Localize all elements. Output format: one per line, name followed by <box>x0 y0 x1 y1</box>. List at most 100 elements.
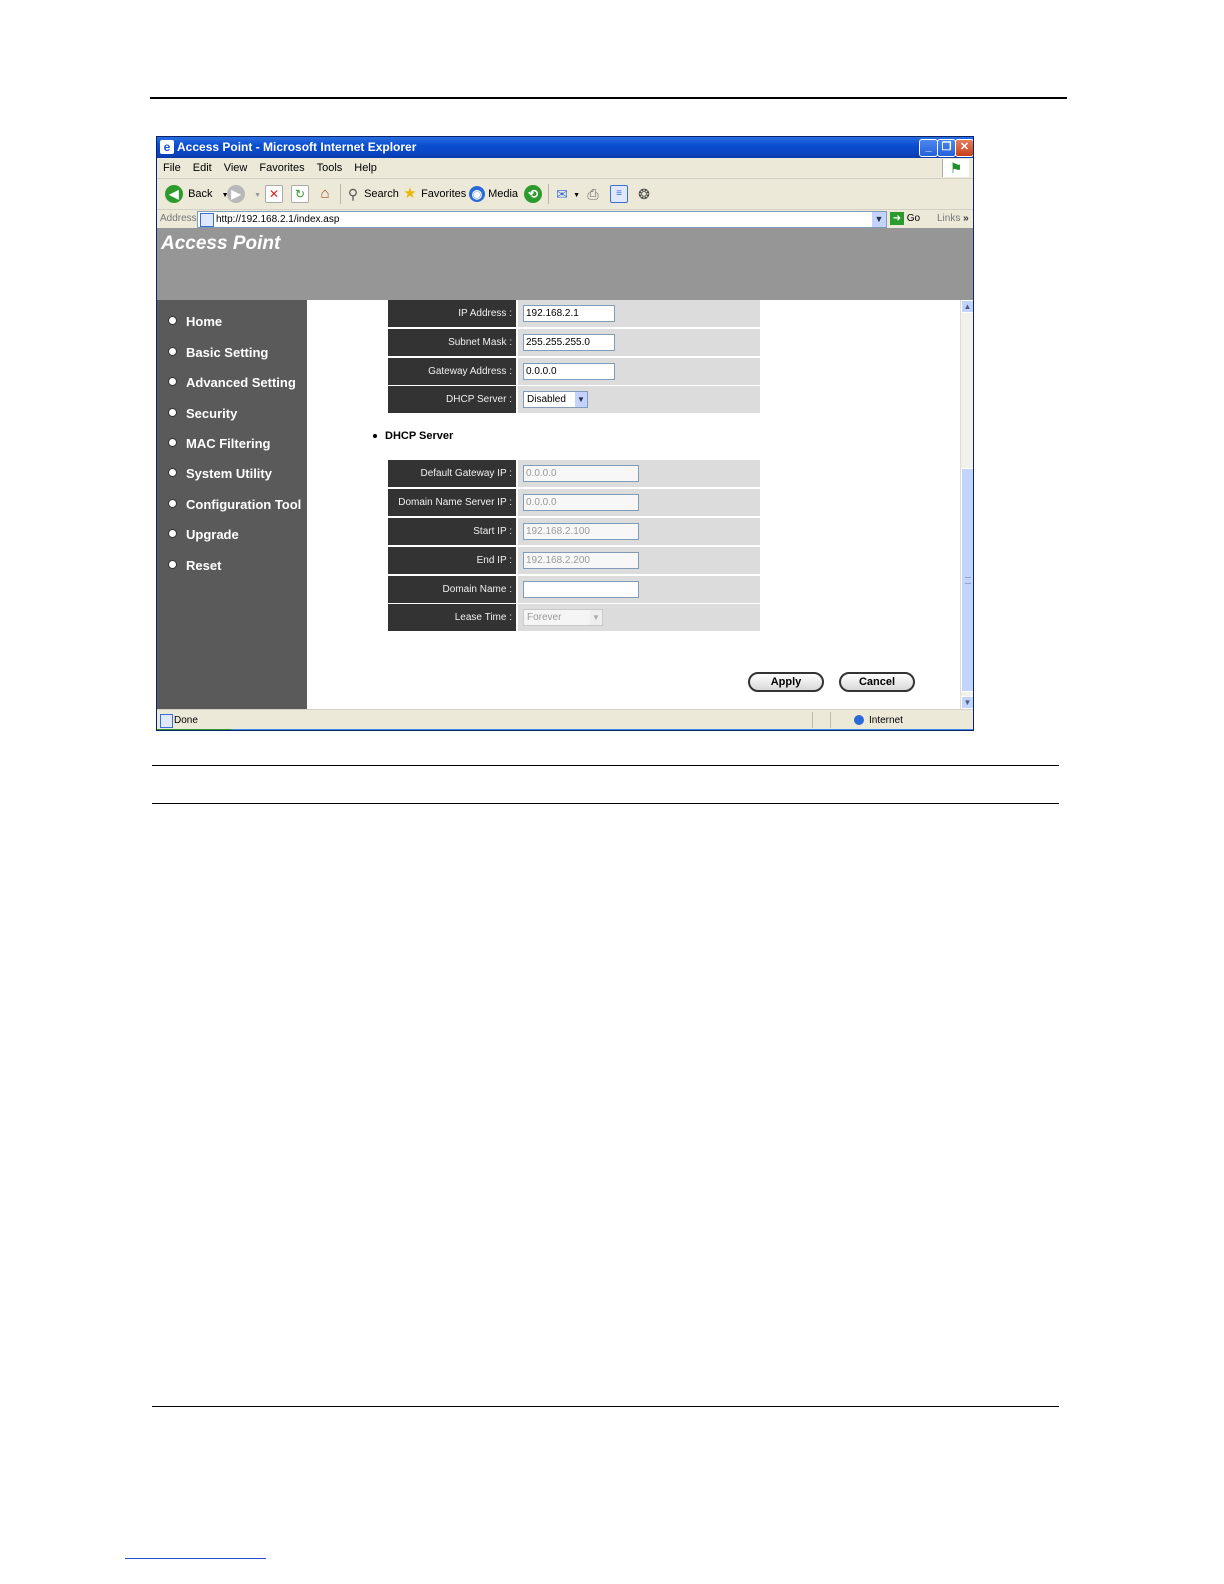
web-page: Access Point Home Basic Setting Advanced… <box>157 228 973 709</box>
links-label: Links <box>937 213 961 224</box>
window-title: Access Point - Microsoft Internet Explor… <box>177 140 417 154</box>
progress-strip <box>157 729 231 730</box>
minimize-icon[interactable]: _ <box>919 139 938 157</box>
menu-help[interactable]: Help <box>348 158 383 178</box>
bullet-icon <box>168 408 177 418</box>
field-label: Lease Time : <box>388 604 516 631</box>
domain-name-row: Domain Name : <box>388 576 760 603</box>
subnet-mask-row: Subnet Mask : 255.255.255.0 <box>388 329 760 356</box>
stop-button[interactable]: ✕ <box>265 183 283 205</box>
nav-item-mac-filtering[interactable]: MAC Filtering <box>168 434 271 454</box>
field-value-cell: 192.168.2.1 <box>518 300 760 327</box>
forward-arrow-icon: ▶ <box>227 185 245 204</box>
refresh-button[interactable]: ↻ <box>291 183 309 205</box>
mail-dropdown-icon[interactable]: ▼ <box>573 192 580 199</box>
ie-icon: e <box>160 140 174 154</box>
messenger-button[interactable]: ❂ <box>636 183 652 205</box>
dhcp-server-select[interactable]: Disabled ▼ <box>523 391 588 408</box>
links-button[interactable]: Links » <box>937 210 969 228</box>
menu-view[interactable]: View <box>218 158 254 178</box>
field-label: Subnet Mask : <box>388 329 516 356</box>
subnet-mask-input[interactable]: 255.255.255.0 <box>523 334 615 351</box>
header-rule <box>150 97 1067 99</box>
caption-rule-top <box>152 765 1059 766</box>
chevron-down-icon: ▼ <box>575 392 587 407</box>
nav-item-home[interactable]: Home <box>168 312 222 332</box>
messenger-icon: ❂ <box>638 186 650 203</box>
scroll-down-icon[interactable]: ▼ <box>961 696 973 709</box>
nav-label: Home <box>186 314 223 329</box>
search-button[interactable]: ⚲ Search <box>345 183 399 205</box>
scroll-up-icon[interactable]: ▲ <box>961 300 973 313</box>
nav-label: Advanced Setting <box>186 375 296 390</box>
nav-item-advanced-setting[interactable]: Advanced Setting <box>168 373 296 393</box>
menu-bar: File Edit View Favorites Tools Help ⚑ <box>157 158 973 179</box>
apply-button[interactable]: Apply <box>748 672 824 692</box>
go-button[interactable]: ➜ Go <box>890 210 920 228</box>
field-value-cell: Disabled ▼ <box>518 386 760 413</box>
toolbar-separator <box>340 184 341 204</box>
field-value-cell: 255.255.255.0 <box>518 329 760 356</box>
history-icon: ⟲ <box>524 185 542 204</box>
field-label: Gateway Address : <box>388 358 516 385</box>
media-button[interactable]: ◉ Media <box>469 183 518 205</box>
nav-item-configuration-tool[interactable]: Configuration Tool <box>168 495 301 515</box>
home-icon: ⌂ <box>320 185 330 203</box>
field-value-cell: 0.0.0.0 <box>518 489 760 516</box>
address-dropdown-icon[interactable]: ▼ <box>872 212 886 227</box>
footer-rule <box>152 1406 1059 1407</box>
print-button[interactable]: ⎙ <box>585 183 601 205</box>
address-input[interactable]: http://192.168.2.1/index.asp ▼ <box>197 211 887 228</box>
nav-item-upgrade[interactable]: Upgrade <box>168 525 239 545</box>
nav-item-system-utility[interactable]: System Utility <box>168 464 272 484</box>
restore-icon[interactable]: ❐ <box>937 139 956 157</box>
forward-button[interactable]: ▶ ▼ <box>227 183 261 205</box>
field-value-cell: Forever ▼ <box>518 604 760 631</box>
status-divider <box>812 712 813 728</box>
bullet-icon <box>168 316 177 326</box>
favorites-button[interactable]: ★ Favorites <box>402 183 466 205</box>
domain-name-server-ip-row: Domain Name Server IP : 0.0.0.0 <box>388 489 760 516</box>
vertical-scrollbar[interactable]: ▲ ▼ <box>960 300 973 709</box>
nav-item-reset[interactable]: Reset <box>168 556 221 576</box>
back-arrow-icon: ◀ <box>165 185 183 204</box>
media-label: Media <box>488 188 519 200</box>
default-gateway-ip-input[interactable]: 0.0.0.0 <box>523 465 639 482</box>
nav-item-security[interactable]: Security <box>168 404 237 424</box>
domain-name-input[interactable] <box>523 581 639 598</box>
status-text: Done <box>174 715 198 726</box>
scroll-thumb[interactable] <box>961 468 973 692</box>
menu-tools[interactable]: Tools <box>311 158 349 178</box>
settings-content: IP Address : 192.168.2.1 Subnet Mask : 2… <box>307 300 960 709</box>
start-ip-input[interactable]: 192.168.2.100 <box>523 523 639 540</box>
menu-edit[interactable]: Edit <box>187 158 218 178</box>
menu-file[interactable]: File <box>157 158 187 178</box>
bullet-icon <box>168 438 177 448</box>
dhcp-server-value: Disabled <box>527 394 566 405</box>
field-value-cell <box>518 576 760 603</box>
nav-item-basic-setting[interactable]: Basic Setting <box>168 343 268 363</box>
field-label: Domain Name : <box>388 576 516 603</box>
chevron-right-icon: » <box>963 213 969 224</box>
dhcp-section-title: DHCP Server <box>373 430 453 442</box>
menu-favorites[interactable]: Favorites <box>253 158 310 178</box>
edit-button[interactable]: ≡ <box>610 183 628 205</box>
status-divider <box>830 712 831 728</box>
close-icon[interactable]: ✕ <box>955 139 973 157</box>
gateway-address-input[interactable]: 0.0.0.0 <box>523 363 615 380</box>
end-ip-input[interactable]: 192.168.2.200 <box>523 552 639 569</box>
mail-button[interactable]: ✉ ▼ <box>554 183 580 205</box>
back-button[interactable]: ◀ Back ▼ <box>165 183 229 205</box>
title-bar: e Access Point - Microsoft Internet Expl… <box>157 137 973 158</box>
history-button[interactable]: ⟲ <box>524 183 542 205</box>
home-button[interactable]: ⌂ <box>317 183 333 205</box>
ip-address-input[interactable]: 192.168.2.1 <box>523 305 615 322</box>
brand-title: Access Point <box>161 233 281 254</box>
forward-dropdown-icon[interactable]: ▼ <box>254 192 261 199</box>
field-label: IP Address : <box>388 300 516 327</box>
media-globe-icon: ◉ <box>469 186 485 203</box>
nav-label: System Utility <box>186 466 272 481</box>
dns-ip-input[interactable]: 0.0.0.0 <box>523 494 639 511</box>
lease-time-select[interactable]: Forever ▼ <box>523 609 603 626</box>
cancel-button[interactable]: Cancel <box>839 672 915 692</box>
